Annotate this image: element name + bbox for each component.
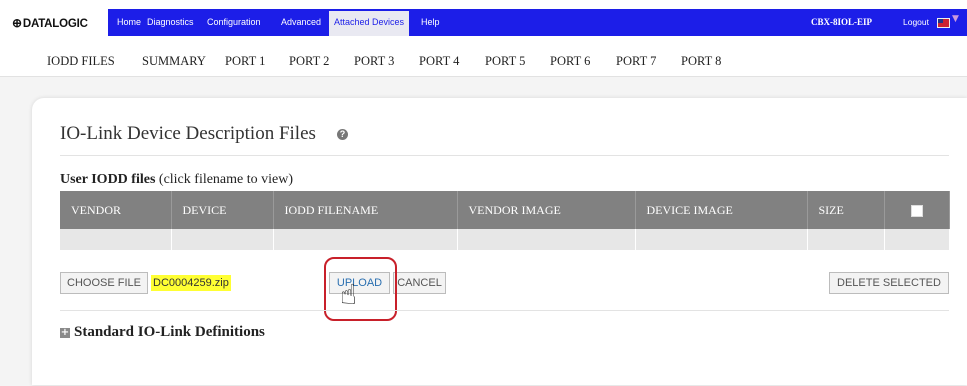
user-iodd-hint: (click filename to view) <box>158 172 294 187</box>
table-cell <box>60 229 172 250</box>
nav-diagnostics[interactable]: Diagnostics <box>147 9 194 36</box>
table-cell <box>457 229 636 250</box>
tab-port-5[interactable]: PORT 5 <box>485 54 525 69</box>
col-header-device[interactable]: DEVICE <box>171 191 274 229</box>
table-cell <box>273 229 458 250</box>
col-header-device-image[interactable]: DEVICE IMAGE <box>635 191 808 229</box>
upload-highlight-annotation <box>324 257 397 321</box>
logo-text: DATALOGIC <box>22 18 88 30</box>
section-divider <box>60 310 949 311</box>
select-all-checkbox[interactable] <box>910 204 923 217</box>
datalogic-logo: ⊕DATALOGIC <box>12 16 88 30</box>
title-divider <box>60 155 949 156</box>
tab-iodd-files[interactable]: IODD FILES <box>47 54 115 69</box>
standard-definitions-toggle[interactable]: Standard IO-Link Definitions <box>74 324 265 341</box>
logout-link[interactable]: Logout <box>903 9 929 36</box>
logo-mark-icon: ⊕ <box>12 16 22 30</box>
choose-file-button[interactable]: CHOOSE FILE <box>60 272 148 294</box>
tab-port-7[interactable]: PORT 7 <box>616 54 656 69</box>
plus-square-icon[interactable]: + <box>60 328 70 338</box>
table-cell <box>171 229 274 250</box>
user-iodd-table: VENDOR DEVICE IODD FILENAME VENDOR IMAGE… <box>60 191 950 250</box>
help-icon[interactable]: ? <box>337 129 348 140</box>
col-header-iodd-filename[interactable]: IODD FILENAME <box>273 191 458 229</box>
tab-port-8[interactable]: PORT 8 <box>681 54 721 69</box>
table-cell <box>807 229 885 250</box>
table-header-row: VENDOR DEVICE IODD FILENAME VENDOR IMAGE… <box>60 191 950 229</box>
device-id-label: CBX-8IOL-EIP <box>811 17 873 27</box>
table-cell <box>884 229 950 250</box>
tab-port-3[interactable]: PORT 3 <box>354 54 394 69</box>
table-cell <box>635 229 808 250</box>
port-tabs: IODD FILES SUMMARY PORT 1 PORT 2 PORT 3 … <box>0 50 967 70</box>
us-flag-icon[interactable] <box>937 18 950 28</box>
col-header-vendor[interactable]: VENDOR <box>60 191 172 229</box>
tab-port-6[interactable]: PORT 6 <box>550 54 590 69</box>
nav-configuration[interactable]: Configuration <box>207 9 261 36</box>
selected-filename: DC0004259.zip <box>151 275 231 291</box>
tab-summary[interactable]: SUMMARY <box>142 54 206 69</box>
language-dropdown-icon[interactable]: ▼ <box>952 14 959 24</box>
user-iodd-heading: User IODD files (click filename to view) <box>60 172 293 188</box>
page-title: IO-Link Device Description Files <box>60 123 316 144</box>
tab-port-4[interactable]: PORT 4 <box>419 54 459 69</box>
tab-port-2[interactable]: PORT 2 <box>289 54 329 69</box>
user-iodd-title: User IODD files <box>60 172 156 187</box>
nav-attached-devices[interactable]: Attached Devices <box>329 11 410 36</box>
table-row-empty <box>60 229 950 250</box>
delete-selected-button[interactable]: DELETE SELECTED <box>829 272 949 294</box>
col-header-vendor-image[interactable]: VENDOR IMAGE <box>457 191 636 229</box>
nav-help[interactable]: Help <box>421 9 440 36</box>
hand-pointer-cursor-icon: ☝ <box>340 278 358 311</box>
cancel-button[interactable]: CANCEL <box>393 272 446 294</box>
nav-home[interactable]: Home <box>117 9 141 36</box>
col-header-select <box>884 191 950 229</box>
col-header-size[interactable]: SIZE <box>807 191 885 229</box>
nav-advanced[interactable]: Advanced <box>281 9 321 36</box>
tab-port-1[interactable]: PORT 1 <box>225 54 265 69</box>
